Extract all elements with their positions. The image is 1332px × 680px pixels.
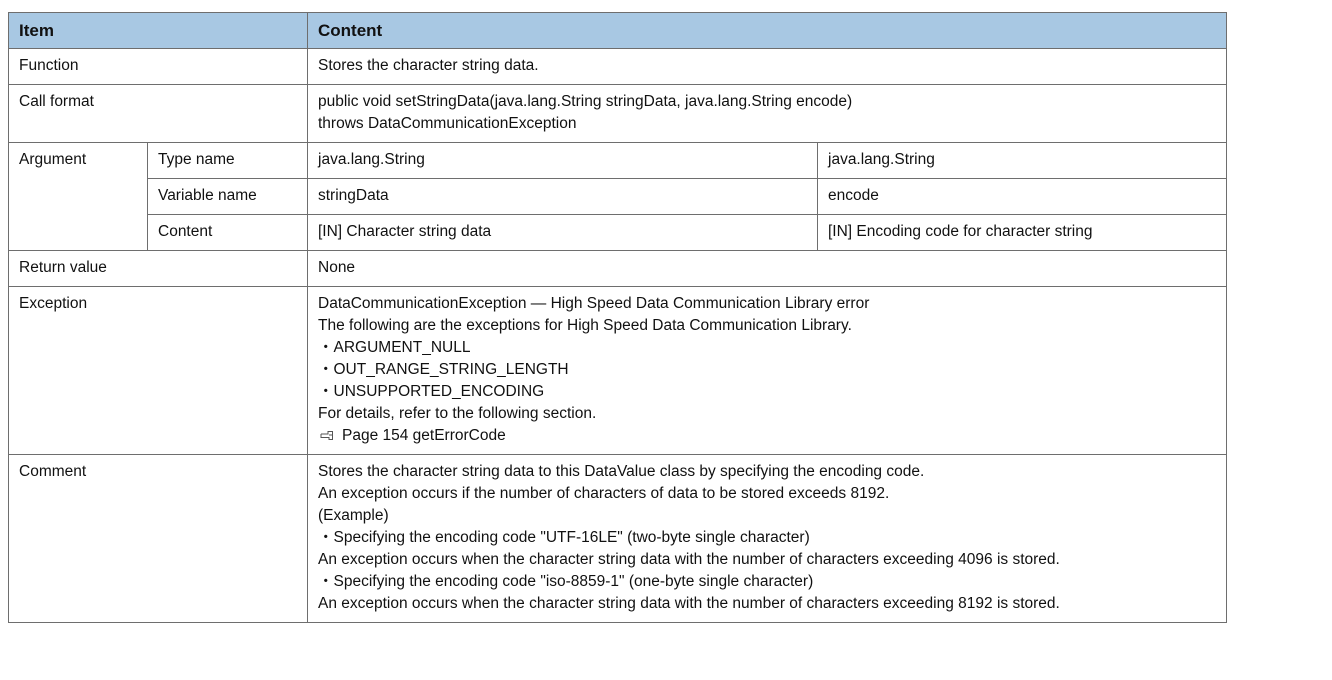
content-value-2: [IN] Encoding code for character string [817, 214, 1227, 251]
call-format-line: throws DataCommunicationException [318, 115, 577, 132]
comment-value: Stores the character string data to this… [307, 454, 1227, 623]
return-value-value: None [307, 250, 1227, 287]
header-content: Content [307, 12, 1227, 49]
table-row: Content [IN] Character string data [IN] … [9, 214, 1227, 251]
content-label: Content [147, 214, 308, 251]
comment-line: ・Specifying the encoding code "UTF-16LE"… [318, 529, 810, 546]
table-row: Variable name stringData encode [9, 178, 1227, 215]
reference-pointer-icon [320, 431, 333, 440]
variable-name-label: Variable name [147, 178, 308, 215]
comment-line: An exception occurs when the character s… [318, 595, 1060, 612]
exception-line: DataCommunicationException — High Speed … [318, 295, 870, 312]
table-row: Exception DataCommunicationException — H… [8, 286, 1227, 455]
content-value-1: [IN] Character string data [307, 214, 818, 251]
exception-reference[interactable]: Page 154 getErrorCode [318, 425, 1216, 447]
table-row: Argument Type name java.lang.String java… [8, 142, 1227, 251]
exception-line: ・ARGUMENT_NULL [318, 339, 471, 356]
return-value-label: Return value [8, 250, 308, 287]
comment-line: Stores the character string data to this… [318, 463, 925, 480]
table-header-row: Item Content [8, 12, 1227, 49]
comment-line: An exception occurs when the character s… [318, 551, 1060, 568]
argument-label: Argument [8, 142, 148, 251]
table-row: Function Stores the character string dat… [8, 48, 1227, 85]
function-label: Function [8, 48, 308, 85]
exception-line: The following are the exceptions for Hig… [318, 317, 852, 334]
table-row: Return value None [8, 250, 1227, 287]
exception-value: DataCommunicationException — High Speed … [307, 286, 1227, 455]
api-spec-table: Item Content Function Stores the charact… [8, 12, 1227, 623]
comment-line: An exception occurs if the number of cha… [318, 485, 890, 502]
table-row: Call format public void setStringData(ja… [8, 84, 1227, 143]
reference-link[interactable]: Page 154 getErrorCode [342, 427, 506, 444]
comment-line: (Example) [318, 507, 389, 524]
exception-label: Exception [8, 286, 308, 455]
variable-name-value-2: encode [817, 178, 1227, 215]
table-row: Comment Stores the character string data… [8, 454, 1227, 623]
exception-line: ・OUT_RANGE_STRING_LENGTH [318, 361, 569, 378]
variable-name-value-1: stringData [307, 178, 818, 215]
comment-label: Comment [8, 454, 308, 623]
header-item: Item [8, 12, 308, 49]
comment-line: ・Specifying the encoding code "iso-8859-… [318, 573, 814, 590]
exception-line: ・UNSUPPORTED_ENCODING [318, 383, 545, 400]
function-value: Stores the character string data. [307, 48, 1227, 85]
type-name-value-1: java.lang.String [307, 142, 818, 179]
call-format-label: Call format [8, 84, 308, 143]
exception-line: For details, refer to the following sect… [318, 405, 597, 422]
type-name-label: Type name [147, 142, 308, 179]
type-name-value-2: java.lang.String [817, 142, 1227, 179]
call-format-line: public void setStringData(java.lang.Stri… [318, 93, 853, 110]
call-format-value: public void setStringData(java.lang.Stri… [307, 84, 1227, 143]
